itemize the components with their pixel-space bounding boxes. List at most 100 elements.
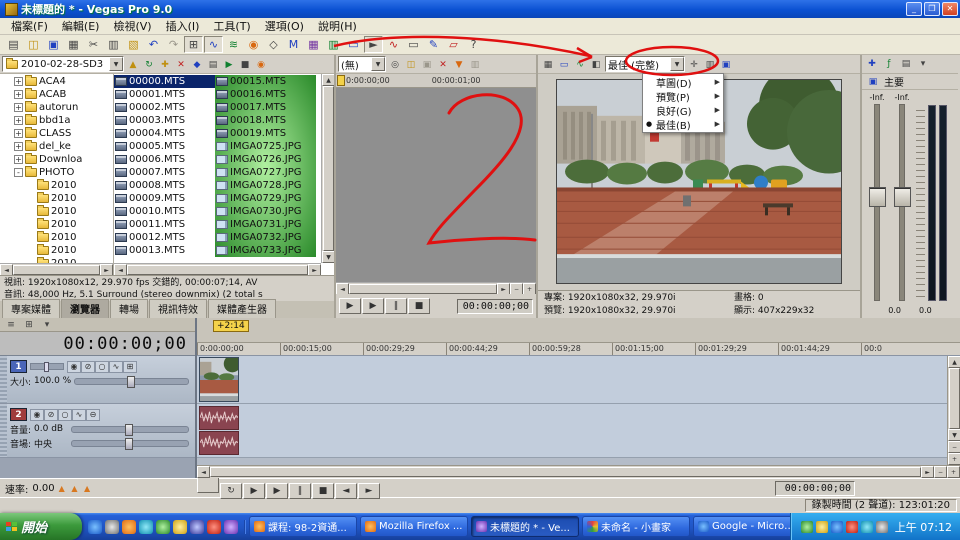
play-from-start-button[interactable]: ▶ bbox=[243, 483, 265, 499]
trimmer-ruler[interactable]: 0:00:00;00 00:00:01;00 bbox=[336, 74, 536, 88]
tray-qq-icon[interactable] bbox=[816, 521, 828, 533]
normal-edit-tool-icon[interactable]: ► bbox=[364, 36, 383, 53]
scroll-left-icon[interactable]: ◄ bbox=[197, 466, 210, 478]
file-item[interactable]: IMGA0733.JPG bbox=[215, 244, 316, 257]
file-item[interactable]: IMGA0728.JPG bbox=[215, 179, 316, 192]
playback-rate-control[interactable]: 速率: 0.00 ▲ ▲ ▲ bbox=[0, 481, 197, 496]
quality-menu-item[interactable]: 良好(G) ▶ bbox=[643, 103, 723, 117]
automation-settings-icon[interactable]: ◉ bbox=[30, 409, 44, 421]
quicklaunch-vegas-icon[interactable] bbox=[224, 520, 238, 534]
volume-slider[interactable] bbox=[71, 426, 189, 433]
time-zoom-out-icon[interactable]: − bbox=[934, 466, 947, 478]
file-item[interactable]: IMGA0729.JPG bbox=[215, 192, 316, 205]
quicklaunch-msn-icon[interactable] bbox=[156, 520, 170, 534]
file-item[interactable]: 00001.MTS bbox=[114, 88, 215, 101]
ignore-grouping-toggle-icon[interactable]: ◇ bbox=[264, 36, 283, 53]
explorer-address-combo[interactable]: 2010-02-28-SD3 ▼ bbox=[2, 56, 124, 72]
folder-tree-item[interactable]: + Downloa bbox=[0, 153, 113, 166]
go-to-start-button[interactable]: ◄ bbox=[335, 483, 357, 499]
tree-expander-icon[interactable]: + bbox=[14, 155, 23, 164]
play-from-start-button[interactable]: ▶ bbox=[339, 298, 361, 314]
file-item[interactable]: IMGA0732.JPG bbox=[215, 231, 316, 244]
folder-tree-item[interactable]: + bbd1a bbox=[0, 114, 113, 127]
audio-track-header[interactable]: 2 ◉⊘○∿⊖ 音量: 0.0 dB 音場: 中央 bbox=[0, 404, 195, 458]
file-item[interactable]: 00012.MTS bbox=[114, 231, 215, 244]
auto-ripple-toggle-icon[interactable]: ≋ bbox=[224, 36, 243, 53]
new-folder-icon[interactable]: ✚ bbox=[157, 58, 173, 72]
scroll-right-icon[interactable]: ► bbox=[921, 466, 934, 478]
project-video-properties-icon[interactable]: ▦ bbox=[540, 58, 556, 72]
remove-media-icon[interactable]: ✕ bbox=[435, 58, 451, 72]
quicklaunch-mail-icon[interactable] bbox=[173, 520, 187, 534]
record-button[interactable] bbox=[197, 477, 219, 493]
selection-edit-tool-icon[interactable]: ▭ bbox=[404, 36, 423, 53]
folder-tree-item[interactable]: + ACAB bbox=[0, 88, 113, 101]
file-item[interactable]: 00000.MTS bbox=[114, 75, 215, 88]
fader-handle[interactable] bbox=[869, 187, 886, 207]
lock-envelopes-toggle-icon[interactable]: ◉ bbox=[244, 36, 263, 53]
external-monitor-icon[interactable]: ▭ bbox=[556, 58, 572, 72]
trimmer-horizontal-scrollbar[interactable]: ◄ ► − + bbox=[336, 282, 536, 294]
mixer-views-icon[interactable]: ▤ bbox=[898, 57, 914, 71]
preview-quality-combo[interactable]: 最佳 (完整) ▼ bbox=[605, 56, 685, 72]
taskbar-button[interactable]: 未命名 - 小畫家 bbox=[582, 516, 690, 537]
media-manager-icon[interactable]: M bbox=[284, 36, 303, 53]
marker-bar[interactable]: +2:14 bbox=[197, 318, 960, 343]
track-size-slider[interactable] bbox=[74, 378, 189, 385]
dock-tab[interactable]: 轉場 bbox=[110, 299, 148, 318]
automation-settings-icon[interactable]: ◉ bbox=[67, 361, 81, 373]
cut-icon[interactable]: ✂ bbox=[84, 36, 103, 53]
insert-audio-bus-icon[interactable]: ✚ bbox=[864, 57, 880, 71]
mixer-view-icon[interactable]: ▥ bbox=[324, 36, 343, 53]
file-item[interactable]: IMGA0725.JPG bbox=[215, 140, 316, 153]
file-item[interactable]: 00016.MTS bbox=[215, 88, 316, 101]
folder-tree-item[interactable]: + ACA4 bbox=[0, 75, 113, 88]
file-item[interactable]: IMGA0727.JPG bbox=[215, 166, 316, 179]
menu-item[interactable]: 選項(O) bbox=[258, 17, 311, 35]
eraser-tool-icon[interactable]: ▱ bbox=[444, 36, 463, 53]
file-item[interactable]: IMGA0726.JPG bbox=[215, 153, 316, 166]
tray-messenger-icon[interactable] bbox=[831, 521, 843, 533]
scroll-left-icon[interactable]: ◄ bbox=[114, 264, 127, 275]
new-project-icon[interactable]: ▤ bbox=[4, 36, 23, 53]
folder-tree-item[interactable]: + CLASS bbox=[0, 127, 113, 140]
folder-tree-item[interactable]: 2010 bbox=[0, 205, 113, 218]
tray-network-icon[interactable] bbox=[861, 521, 873, 533]
cursor-time-display[interactable]: 00:00:00;00 bbox=[0, 332, 195, 356]
taskbar-button[interactable]: 未標題的 * - Ve... bbox=[471, 516, 579, 537]
tree-expander-icon[interactable]: - bbox=[14, 168, 23, 177]
menu-item[interactable]: 工具(T) bbox=[206, 17, 257, 35]
loop-playback-button[interactable]: ↻ bbox=[220, 483, 242, 499]
taskbar-button[interactable]: Mozilla Firefox ... bbox=[360, 516, 468, 537]
undo-icon[interactable]: ↶ bbox=[144, 36, 163, 53]
folder-tree-item[interactable]: + autorun bbox=[0, 101, 113, 114]
dropdown-arrow-icon[interactable]: ▼ bbox=[670, 57, 684, 71]
insert-fx-icon[interactable]: ƒ bbox=[881, 57, 897, 71]
timeline-dropdown-icon[interactable]: ▾ bbox=[39, 318, 55, 332]
up-one-level-icon[interactable]: ▲ bbox=[125, 58, 141, 72]
go-to-end-button[interactable]: ► bbox=[358, 483, 380, 499]
file-list-vertical-scrollbar[interactable]: ▲ ▼ bbox=[321, 74, 334, 263]
timeline-horizontal-scrollbar[interactable]: ◄ ► − + bbox=[197, 465, 960, 478]
tray-antivirus-icon[interactable] bbox=[801, 521, 813, 533]
region-tool-icon[interactable]: ▥ bbox=[467, 58, 483, 72]
quicklaunch-firefox-icon[interactable] bbox=[122, 520, 136, 534]
auto-preview-icon[interactable]: ◉ bbox=[253, 58, 269, 72]
start-preview-icon[interactable]: ▶ bbox=[221, 58, 237, 72]
file-item[interactable]: IMGA0730.JPG bbox=[215, 205, 316, 218]
folder-tree-item[interactable]: 2010 bbox=[0, 179, 113, 192]
mute-icon[interactable]: ⊘ bbox=[81, 361, 95, 373]
dock-tab[interactable]: 視訊特效 bbox=[149, 299, 207, 318]
pause-button[interactable]: ‖ bbox=[385, 298, 407, 314]
tree-expander-icon[interactable]: + bbox=[14, 142, 23, 151]
whats-this-help-icon[interactable]: ? bbox=[464, 36, 483, 53]
play-button[interactable]: ▶ bbox=[266, 483, 288, 499]
track-number-badge[interactable]: 2 bbox=[10, 408, 27, 421]
video-event-clip[interactable] bbox=[199, 357, 239, 402]
favorites-icon[interactable]: ◆ bbox=[189, 58, 205, 72]
start-button[interactable]: 開始 bbox=[0, 513, 82, 540]
external-preview-icon[interactable]: ▭ bbox=[344, 36, 363, 53]
grid-view-icon[interactable]: ▦ bbox=[304, 36, 323, 53]
zoom-tool-icon[interactable]: ◎ bbox=[387, 58, 403, 72]
dock-tab[interactable]: 瀏覽器 bbox=[61, 299, 109, 318]
